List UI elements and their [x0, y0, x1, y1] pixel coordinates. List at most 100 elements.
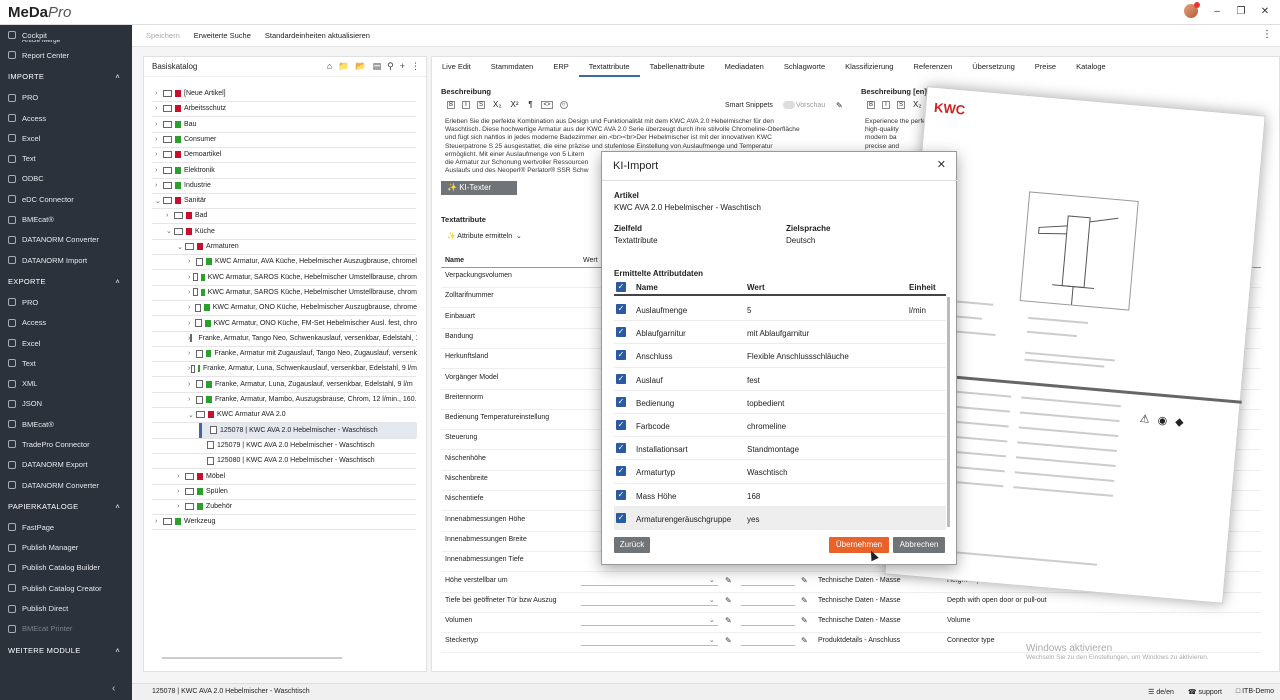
- row-checkbox[interactable]: ✓: [616, 443, 626, 454]
- tree-node[interactable]: ⌄ KWC Armatur AVA 2.0: [188, 407, 417, 422]
- sidebar-item-bmecat-[interactable]: BMEcat®: [0, 209, 132, 229]
- section-more-modules[interactable]: WEITERE MODULE ˄: [0, 639, 132, 661]
- chevron-down-icon[interactable]: ⌄: [166, 227, 174, 235]
- superscript-icon[interactable]: X²: [509, 101, 519, 109]
- detected-attribute-row[interactable]: ✓ Auslaufmenge 5 l/min: [614, 298, 946, 322]
- section-exports[interactable]: EXPORTE ˄: [0, 270, 132, 292]
- avatar[interactable]: [1184, 2, 1200, 18]
- dialog-scrollbar[interactable]: [947, 297, 950, 527]
- sidebar-item-pro[interactable]: PRO: [0, 292, 132, 312]
- back-button[interactable]: Zurück: [614, 537, 650, 553]
- chevron-right-icon[interactable]: ›: [155, 167, 163, 174]
- folder-open-icon[interactable]: 📂: [355, 61, 366, 72]
- tree-node[interactable]: 125079 | KWC AVA 2.0 Hebelmischer - Wasc…: [199, 438, 417, 453]
- attribute-unit-select[interactable]: [741, 584, 795, 586]
- tab--bersetzung[interactable]: Übersetzung: [962, 57, 1025, 77]
- chevron-down-icon[interactable]: ⌄: [188, 411, 196, 419]
- tree-node[interactable]: › Franke, Armatur, Luna, Zugauslauf, vers…: [188, 377, 417, 392]
- add-icon[interactable]: +: [400, 61, 405, 72]
- user-indicator[interactable]: □ ITB-Demo: [1236, 688, 1274, 696]
- tree-node[interactable]: › Consumer: [155, 132, 417, 147]
- advanced-search-button[interactable]: Erweiterte Suche: [194, 31, 251, 40]
- sidebar-item-report-center[interactable]: Report Center: [0, 45, 132, 65]
- sidebar-item-xml[interactable]: XML: [0, 373, 132, 393]
- folder-icon[interactable]: 📁: [338, 61, 349, 72]
- tree-node[interactable]: ⌄ Sanitär: [155, 193, 417, 208]
- detected-attribute-row[interactable]: ✓ Auslauf fest: [614, 368, 946, 391]
- tree-node[interactable]: › Werkzeug: [155, 514, 417, 529]
- sidebar-item-publish-manager[interactable]: Publish Manager: [0, 538, 132, 558]
- tab-erp[interactable]: ERP: [543, 57, 578, 77]
- tree-node[interactable]: › Industrie: [155, 178, 417, 193]
- subscript-en-icon[interactable]: X₂: [912, 101, 922, 109]
- determine-attributes-button[interactable]: ✨ Attribute ermitteln ⌄: [447, 232, 522, 240]
- italic-icon[interactable]: I: [462, 101, 471, 109]
- tab-referenzen[interactable]: Referenzen: [903, 57, 962, 77]
- sidebar-item-bmecat-printer[interactable]: BMEcat Printer: [0, 619, 132, 639]
- edit-pencil-icon[interactable]: ✎: [725, 636, 732, 645]
- close-icon[interactable]: ✕: [1260, 6, 1270, 17]
- attribute-unit-select[interactable]: [741, 604, 795, 606]
- underline-icon[interactable]: S: [477, 101, 486, 109]
- chevron-right-icon[interactable]: ›: [188, 258, 196, 265]
- chevron-right-icon[interactable]: ›: [188, 396, 196, 403]
- tree-node[interactable]: › Franke, Armatur, Tango Neo, Schwenkausl…: [188, 331, 417, 346]
- chevron-right-icon[interactable]: ›: [155, 121, 163, 128]
- edit-pencil-icon[interactable]: ✎: [836, 101, 843, 110]
- edit-pencil-icon[interactable]: ✎: [725, 576, 732, 585]
- chevron-right-icon[interactable]: ›: [188, 350, 196, 357]
- tree-node[interactable]: ⌄ Küche: [166, 224, 417, 239]
- edit-pencil-icon[interactable]: ✎: [725, 596, 732, 605]
- detected-attribute-row[interactable]: ✓ Armaturengeräuschgruppe yes: [614, 506, 946, 530]
- attribute-value-select[interactable]: [581, 584, 718, 586]
- apply-button[interactable]: Übernehmen: [829, 537, 889, 553]
- cancel-button[interactable]: Abbrechen: [893, 537, 945, 553]
- attribute-row[interactable]: Volumen ⌄ ✎ ✎ Technische Daten - Masse Volume: [441, 613, 1261, 634]
- tab-stammdaten[interactable]: Stammdaten: [481, 57, 544, 77]
- detected-attribute-row[interactable]: ✓ Armaturtyp Waschtisch: [614, 460, 946, 484]
- sidebar-item-datanorm-export[interactable]: DATANORM Export: [0, 455, 132, 475]
- code-icon[interactable]: <>: [541, 101, 553, 109]
- attribute-unit-select[interactable]: [741, 645, 795, 647]
- tree-node[interactable]: › Franke, Armatur, Luna, Schwenkauslauf, …: [188, 361, 417, 376]
- sidebar-item-publish-catalog-creator[interactable]: Publish Catalog Creator: [0, 578, 132, 598]
- globe-icon[interactable]: ○: [559, 101, 568, 109]
- edit-pencil-icon[interactable]: ✎: [725, 616, 732, 625]
- sidebar-item-datanorm-converter[interactable]: DATANORM Converter: [0, 475, 132, 495]
- edit-pencil-icon[interactable]: ✎: [801, 596, 808, 605]
- smart-snippets-toggle[interactable]: [783, 101, 795, 109]
- subscript-icon[interactable]: X₂: [492, 101, 502, 109]
- tab-preise[interactable]: Preise: [1025, 57, 1066, 77]
- chevron-right-icon[interactable]: ›: [188, 381, 196, 388]
- chevron-right-icon[interactable]: ›: [155, 518, 163, 525]
- bold-en-icon[interactable]: B: [867, 101, 876, 109]
- italic-en-icon[interactable]: I: [882, 101, 891, 109]
- tree-node[interactable]: › Elektronik: [155, 163, 417, 178]
- edit-pencil-icon[interactable]: ✎: [801, 616, 808, 625]
- sidebar-item-access[interactable]: Access: [0, 108, 132, 128]
- tab-kataloge[interactable]: Kataloge: [1066, 57, 1116, 77]
- chevron-right-icon[interactable]: ›: [177, 503, 185, 510]
- tree-node[interactable]: ⌄ Armaturen: [177, 239, 417, 254]
- more-options-icon[interactable]: ⋮: [1262, 29, 1272, 40]
- tree-node[interactable]: › KWC Armatur, SAROS Küche, Hebelmischer …: [188, 270, 417, 285]
- row-checkbox[interactable]: ✓: [616, 512, 626, 523]
- attribute-value-select[interactable]: [581, 604, 718, 606]
- tree-scrollbar[interactable]: [162, 657, 342, 659]
- sidebar-item-publish-catalog-builder[interactable]: Publish Catalog Builder: [0, 558, 132, 578]
- sidebar-item-excel[interactable]: Excel: [0, 333, 132, 353]
- tree-node[interactable]: › KWC Armatur, AVA Küche, Hebelmischer Au…: [188, 254, 417, 269]
- underline-en-icon[interactable]: S: [897, 101, 906, 109]
- tab-schlagworte[interactable]: Schlagworte: [774, 57, 835, 77]
- detected-attribute-row[interactable]: ✓ Installationsart Standmontage: [614, 437, 946, 461]
- save-button[interactable]: Speichern: [146, 31, 180, 40]
- chevron-right-icon[interactable]: ›: [188, 304, 195, 311]
- edit-pencil-icon[interactable]: ✎: [801, 576, 808, 585]
- chevron-right-icon[interactable]: ›: [155, 136, 163, 143]
- detected-attribute-row[interactable]: ✓ Mass Höhe 168: [614, 484, 946, 507]
- tree-node[interactable]: › Demoartikel: [155, 147, 417, 162]
- collapse-sidebar-icon[interactable]: ‹: [112, 683, 115, 694]
- tree-node[interactable]: › Franke, Armatur mit Zugauslauf, Tango N…: [188, 346, 417, 361]
- minimize-icon[interactable]: –: [1212, 6, 1222, 17]
- chevron-right-icon[interactable]: ›: [177, 473, 185, 480]
